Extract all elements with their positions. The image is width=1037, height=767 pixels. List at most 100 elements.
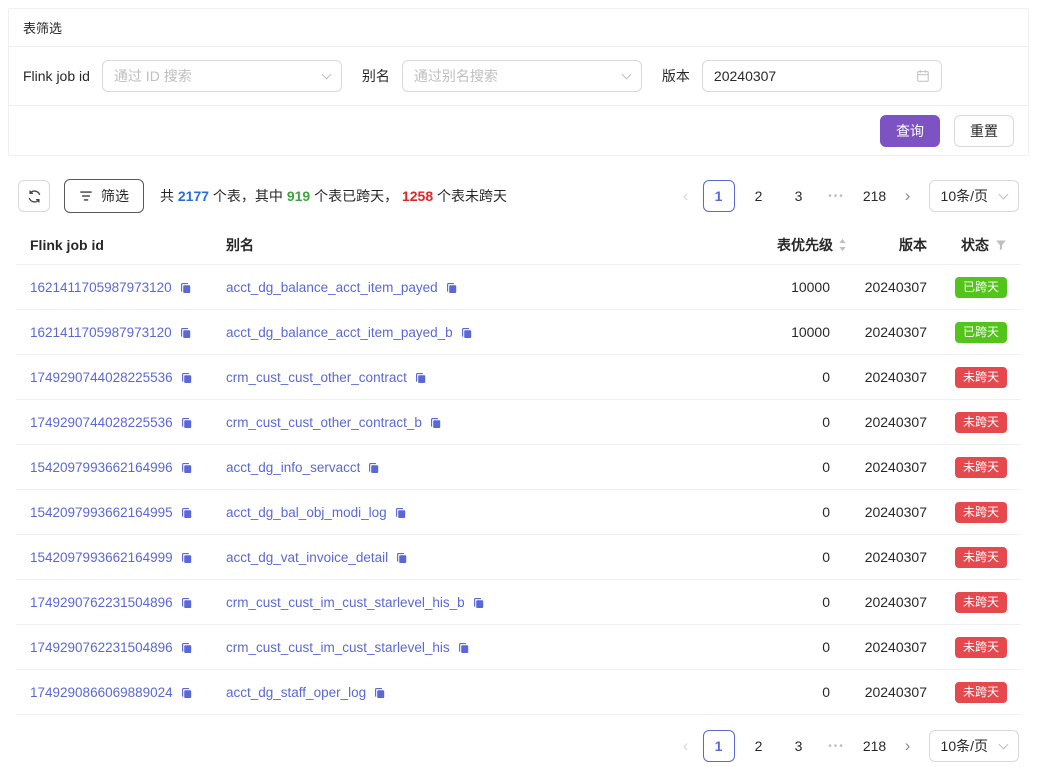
page-button-last[interactable]: 218 <box>859 180 891 212</box>
flink-job-id-link[interactable]: 1542097993662164995 <box>30 505 173 520</box>
alias-link[interactable]: crm_cust_cust_other_contract <box>226 370 407 385</box>
alias-link[interactable]: acct_dg_staff_oper_log <box>226 685 366 700</box>
sort-icon[interactable] <box>838 238 847 252</box>
page-button-last[interactable]: 218 <box>859 730 891 762</box>
prev-page-button[interactable]: ‹ <box>677 181 695 211</box>
copy-icon[interactable] <box>180 461 193 474</box>
copy-icon[interactable] <box>179 281 192 294</box>
flink-job-id-link[interactable]: 1621411705987973120 <box>30 280 172 295</box>
alias-link[interactable]: acct_dg_balance_acct_item_payed <box>226 280 438 295</box>
copy-icon[interactable] <box>180 506 193 519</box>
copy-icon[interactable] <box>472 596 485 609</box>
copy-icon[interactable] <box>180 641 193 654</box>
flink-id-filter-group: Flink job id 通过 ID 搜索 <box>23 60 342 92</box>
summary-part: 个表已跨天， <box>310 188 402 204</box>
next-page-button[interactable]: › <box>899 731 917 761</box>
copy-icon[interactable] <box>429 416 442 429</box>
priority-cell: 0 <box>677 459 847 475</box>
reset-button[interactable]: 重置 <box>954 115 1014 147</box>
table-row: 1542097993662164995 acct_dg_bal_obj_modi… <box>16 490 1021 535</box>
copy-icon[interactable] <box>457 641 470 654</box>
filter-toggle-button[interactable]: 筛选 <box>64 179 144 213</box>
copy-icon[interactable] <box>460 326 473 339</box>
table-row: 1749290744028225536 crm_cust_cust_other_… <box>16 355 1021 400</box>
flink-job-id-cell: 1621411705987973120 <box>30 325 226 340</box>
version-cell: 20240307 <box>847 414 927 430</box>
flink-job-id-cell: 1749290744028225536 <box>30 415 226 430</box>
copy-icon[interactable] <box>414 371 427 384</box>
copy-icon[interactable] <box>180 371 193 384</box>
copy-icon[interactable] <box>179 326 192 339</box>
flink-job-id-cell: 1749290744028225536 <box>30 370 226 385</box>
page-size-select[interactable]: 10条/页 <box>929 730 1019 762</box>
flink-job-id-cell: 1542097993662164999 <box>30 550 226 565</box>
copy-icon[interactable] <box>180 551 193 564</box>
status-badge: 已跨天 <box>955 322 1007 343</box>
copy-icon[interactable] <box>394 506 407 519</box>
page-button-3[interactable]: 3 <box>783 730 815 762</box>
page-button-1[interactable]: 1 <box>703 180 735 212</box>
page-size-select[interactable]: 10条/页 <box>929 180 1019 212</box>
version-cell: 20240307 <box>847 279 927 295</box>
flink-job-id-cell: 1749290762231504896 <box>30 640 226 655</box>
alias-link[interactable]: acct_dg_bal_obj_modi_log <box>226 505 387 520</box>
copy-icon[interactable] <box>180 416 193 429</box>
alias-cell: acct_dg_staff_oper_log <box>226 685 677 700</box>
copy-icon[interactable] <box>180 686 193 699</box>
page-button-3[interactable]: 3 <box>783 180 815 212</box>
refresh-button[interactable] <box>18 180 50 212</box>
status-badge: 未跨天 <box>955 457 1007 478</box>
page-button-2[interactable]: 2 <box>743 730 775 762</box>
copy-icon[interactable] <box>373 686 386 699</box>
flink-job-id-cell: 1542097993662164996 <box>30 460 226 475</box>
search-button[interactable]: 查询 <box>880 115 940 147</box>
copy-icon[interactable] <box>367 461 380 474</box>
flink-id-label: Flink job id <box>23 68 90 84</box>
copy-icon[interactable] <box>395 551 408 564</box>
alias-select[interactable]: 通过别名搜索 <box>402 60 642 92</box>
status-header-label: 状态 <box>961 235 989 255</box>
copy-icon[interactable] <box>180 596 193 609</box>
page-button-1[interactable]: 1 <box>703 730 735 762</box>
flink-job-id-link[interactable]: 1542097993662164999 <box>30 550 173 565</box>
summary-part: 共 <box>160 188 178 204</box>
priority-cell: 0 <box>677 639 847 655</box>
page-button-2[interactable]: 2 <box>743 180 775 212</box>
priority-cell: 0 <box>677 504 847 520</box>
flink-job-id-link[interactable]: 1621411705987973120 <box>30 325 172 340</box>
version-cell: 20240307 <box>847 504 927 520</box>
prev-page-button[interactable]: ‹ <box>677 731 695 761</box>
filter-funnel-icon[interactable] <box>995 239 1007 251</box>
flink-id-select[interactable]: 通过 ID 搜索 <box>102 60 342 92</box>
priority-cell: 0 <box>677 684 847 700</box>
status-cell: 已跨天 <box>927 322 1007 343</box>
version-date-input[interactable]: 20240307 <box>702 60 942 92</box>
flink-job-id-link[interactable]: 1542097993662164996 <box>30 460 173 475</box>
next-page-button[interactable]: › <box>899 181 917 211</box>
alias-link[interactable]: acct_dg_balance_acct_item_payed_b <box>226 325 453 340</box>
alias-link[interactable]: crm_cust_cust_im_cust_starlevel_his_b <box>226 595 465 610</box>
crossed-count: 919 <box>287 188 310 204</box>
version-cell: 20240307 <box>847 324 927 340</box>
status-cell: 未跨天 <box>927 682 1007 703</box>
flink-job-id-cell: 1749290762231504896 <box>30 595 226 610</box>
alias-link[interactable]: acct_dg_info_servacct <box>226 460 360 475</box>
page-ellipsis[interactable]: ••• <box>823 741 851 752</box>
flink-job-id-link[interactable]: 1749290866069889024 <box>30 685 173 700</box>
page-ellipsis[interactable]: ••• <box>823 191 851 202</box>
flink-job-id-link[interactable]: 1749290744028225536 <box>30 415 173 430</box>
version-cell: 20240307 <box>847 639 927 655</box>
flink-job-id-link[interactable]: 1749290762231504896 <box>30 595 173 610</box>
status-cell: 已跨天 <box>927 277 1007 298</box>
column-header-priority[interactable]: 表优先级 <box>677 235 847 255</box>
filter-card: 表筛选 Flink job id 通过 ID 搜索 别名 通过别名搜索 版本 <box>8 8 1029 156</box>
alias-link[interactable]: crm_cust_cust_im_cust_starlevel_his <box>226 640 450 655</box>
alias-link[interactable]: acct_dg_vat_invoice_detail <box>226 550 388 565</box>
alias-cell: crm_cust_cust_im_cust_starlevel_his_b <box>226 595 677 610</box>
alias-link[interactable]: crm_cust_cust_other_contract_b <box>226 415 422 430</box>
page-size-value: 10条/页 <box>941 186 988 206</box>
copy-icon[interactable] <box>445 281 458 294</box>
flink-job-id-link[interactable]: 1749290762231504896 <box>30 640 173 655</box>
alias-cell: crm_cust_cust_other_contract_b <box>226 415 677 430</box>
flink-job-id-link[interactable]: 1749290744028225536 <box>30 370 173 385</box>
